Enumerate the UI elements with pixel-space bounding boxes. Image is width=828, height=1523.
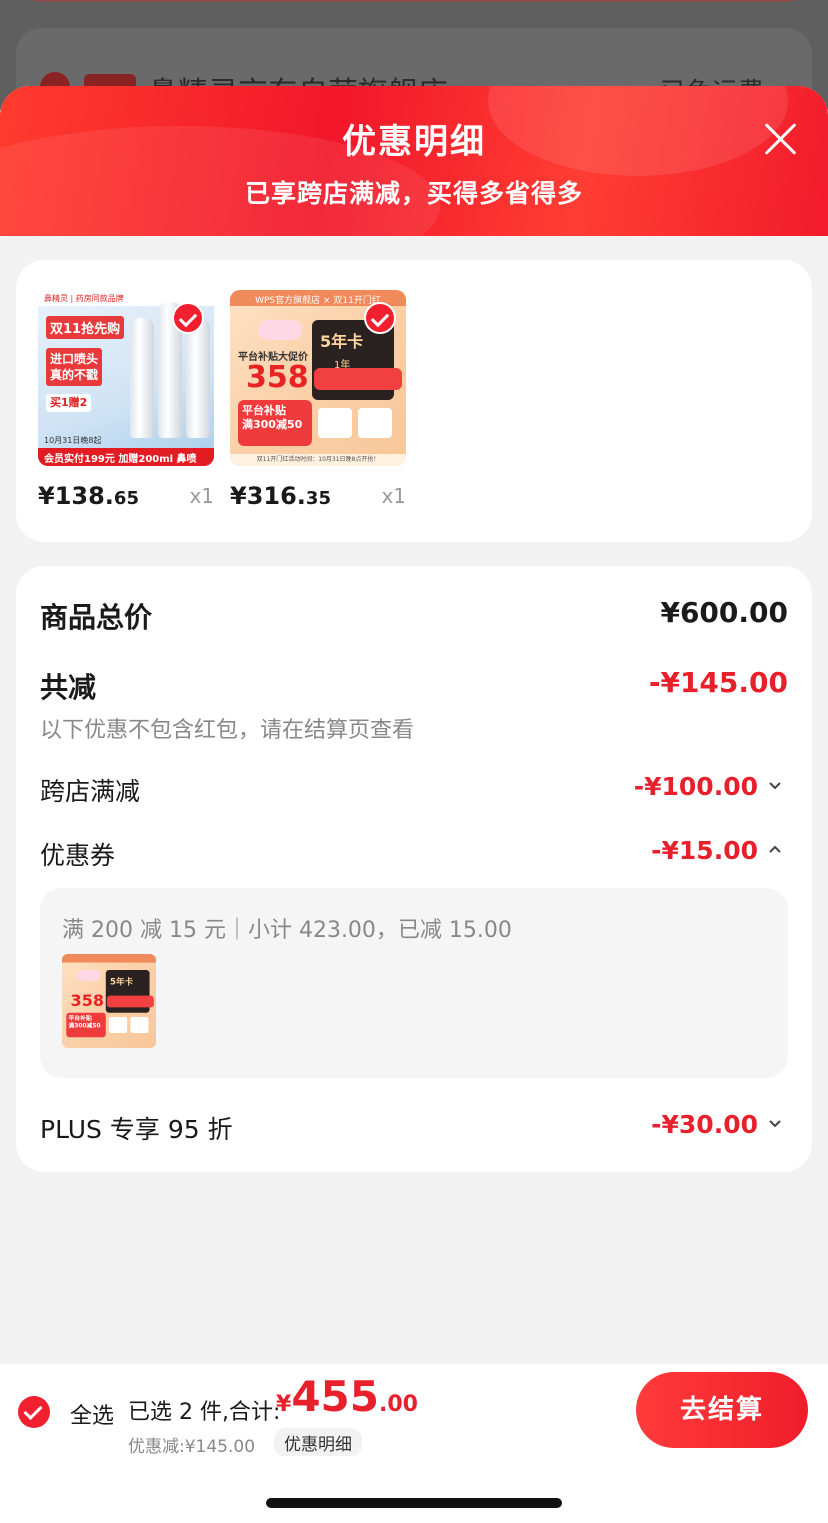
sheet-header: 优惠明细 已享跨店满减，买得多省得多	[0, 86, 828, 236]
checkout-button[interactable]: 去结算	[636, 1372, 808, 1448]
chip-graphic	[130, 1017, 149, 1034]
price-integer: ¥138.	[38, 482, 114, 510]
ribbon-graphic	[106, 995, 154, 1008]
select-all-checkbox[interactable]	[18, 1396, 50, 1428]
thumbnail-decoration	[62, 954, 156, 963]
bottle-graphic	[130, 318, 154, 438]
product-price: ¥138.65	[38, 482, 139, 510]
reduction-note: 以下优惠不包含红包，请在结算页查看	[40, 712, 788, 744]
price-decimal: 65	[113, 488, 139, 509]
plus-discount-row[interactable]: PLUS 专享 95 折 -¥30.00	[40, 1110, 788, 1146]
coupon-detail-text: 满 200 减 15 元｜小计 423.00，已减 15.00	[62, 918, 512, 943]
home-indicator-area	[0, 1456, 828, 1523]
chevron-down-icon[interactable]	[766, 1114, 784, 1132]
product-image-text: 358	[70, 991, 104, 1011]
product-image-text: 双11开门红活动时间：10月31日晚8点开抢！	[230, 454, 406, 466]
product-image-text: 双11抢先购	[46, 316, 125, 339]
discount-summary-text: 优惠减:¥145.00	[128, 1437, 256, 1457]
total-decimal: .00	[378, 1392, 418, 1417]
total-reduction-value: -¥145.00	[648, 666, 788, 699]
total-currency: ¥	[276, 1392, 292, 1417]
bottle-graphic	[186, 318, 210, 438]
product-image-text: 买1赠2	[46, 394, 92, 412]
chip-graphic	[318, 408, 352, 438]
background-top-edge	[28, 0, 800, 2]
coupon-value: -¥15.00	[651, 836, 758, 865]
products-card: 鼻精灵 | 药房同款品牌 双11抢先购 进口喷头 真的不戳 买1赠2 10月31…	[16, 260, 812, 542]
cross-store-row[interactable]: 跨店满减 -¥100.00	[40, 772, 788, 808]
sheet-title: 优惠明细	[342, 122, 486, 162]
product-image-text: 平台补贴 满300减50	[66, 1012, 106, 1038]
coupon-product-image: 358 5年卡 平台补贴 满300减50	[62, 954, 156, 1048]
chevron-down-icon[interactable]	[766, 776, 784, 794]
chip-graphic	[108, 1017, 128, 1034]
total-amount: ¥455.00	[276, 1372, 418, 1421]
product-image-text: 平台补贴 满300减50	[238, 400, 312, 446]
total-integer: 455	[291, 1372, 379, 1421]
total-reduction-row: 共减 -¥145.00	[40, 666, 788, 706]
product-image-text: 358	[246, 360, 309, 395]
chip-graphic	[358, 408, 392, 438]
home-indicator[interactable]	[266, 1498, 562, 1508]
reduction-note-text: 以下优惠不包含红包，请在结算页查看	[40, 718, 415, 743]
checkout-bar: 全选 已选 2 件,合计: ¥455.00 优惠减:¥145.00 优惠明细 去…	[0, 1364, 828, 1457]
product-item[interactable]: 鼻精灵 | 药房同款品牌 双11抢先购 进口喷头 真的不戳 买1赠2 10月31…	[38, 290, 214, 510]
sheet-subtitle: 已享跨店满减，买得多省得多	[244, 179, 583, 208]
coupon-detail-box: 满 200 减 15 元｜小计 423.00，已减 15.00 358 5年卡 …	[40, 888, 788, 1078]
discount-detail-sheet: 优惠明细 已享跨店满减，买得多省得多 鼻精灵 | 药房同款品牌 双11抢先购 进…	[0, 86, 828, 1523]
product-item[interactable]: WPS官方旗舰店 × 双11开门红 平台补贴大促价 358 5年卡 1年 平台补…	[230, 290, 406, 510]
total-price-value: ¥600.00	[660, 596, 788, 629]
product-image[interactable]: WPS官方旗舰店 × 双11开门红 平台补贴大促价 358 5年卡 1年 平台补…	[230, 290, 406, 466]
product-image-text: 10月31日晚8起	[44, 436, 102, 445]
close-icon[interactable]	[762, 120, 798, 156]
product-quantity: x1	[381, 484, 406, 508]
product-image[interactable]: 鼻精灵 | 药房同款品牌 双11抢先购 进口喷头 真的不戳 买1赠2 10月31…	[38, 290, 214, 466]
product-image-text: 5年卡	[110, 976, 134, 987]
select-all-label[interactable]: 全选	[70, 1398, 114, 1430]
product-price: ¥316.35	[230, 482, 331, 510]
plus-discount-value: -¥30.00	[651, 1110, 758, 1139]
product-image-text: 5年卡	[320, 332, 364, 351]
chevron-up-icon[interactable]	[766, 840, 784, 858]
badge-graphic	[76, 970, 101, 981]
product-quantity: x1	[189, 484, 214, 508]
ribbon-graphic	[314, 368, 402, 390]
product-check-icon[interactable]	[364, 302, 396, 334]
badge-graphic	[258, 320, 302, 340]
price-decimal: 35	[305, 488, 331, 509]
cross-store-value: -¥100.00	[633, 772, 758, 801]
coupon-product-thumbnail[interactable]: 358 5年卡 平台补贴 满300减50	[62, 954, 156, 1048]
coupon-row[interactable]: 优惠券 -¥15.00	[40, 836, 788, 872]
product-check-icon[interactable]	[172, 302, 204, 334]
product-image-text: 进口喷头 真的不戳	[46, 348, 103, 386]
product-image-text: 会员实付199元 加赠200ml 鼻喷	[38, 448, 214, 466]
discount-detail-link[interactable]: 优惠明细	[274, 1428, 362, 1457]
total-price-row: 商品总价 ¥600.00	[40, 596, 788, 636]
price-integer: ¥316.	[230, 482, 306, 510]
selected-count-text: 已选 2 件,合计:	[128, 1400, 281, 1425]
summary-card: 商品总价 ¥600.00 共减 -¥145.00 以下优惠不包含红包，请在结算页…	[16, 566, 812, 1172]
